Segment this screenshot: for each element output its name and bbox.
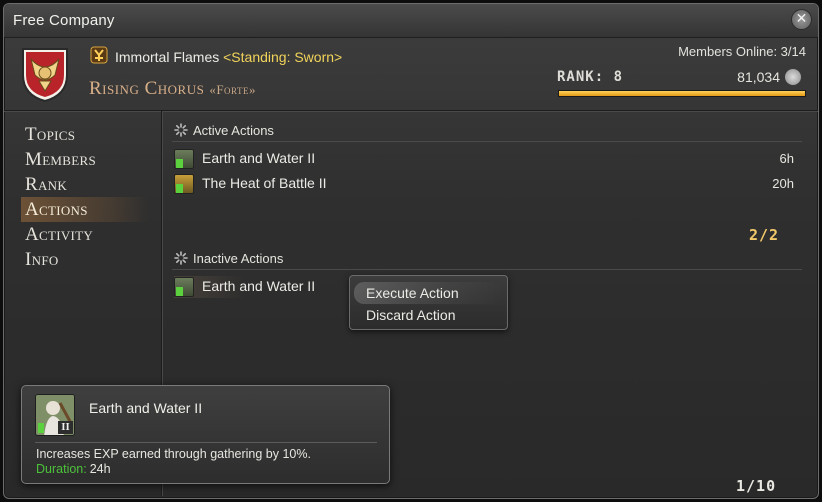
execute-action-menu-item[interactable]: Execute Action bbox=[354, 282, 503, 304]
duration-value: 24h bbox=[89, 462, 111, 476]
active-actions-heading-text: Active Actions bbox=[193, 123, 274, 138]
earth-and-water-icon bbox=[174, 149, 194, 169]
context-menu: Execute Action Discard Action bbox=[349, 275, 508, 330]
company-points: 81,034 bbox=[737, 69, 780, 85]
fc-emblem-icon bbox=[22, 48, 68, 103]
active-actions-count: 2/2 bbox=[749, 226, 780, 244]
grand-company-name: Immortal Flames bbox=[115, 49, 220, 65]
rank-progress-bar bbox=[558, 90, 806, 97]
grand-company-icon bbox=[90, 46, 108, 64]
company-credits-icon bbox=[784, 68, 802, 86]
tooltip-title: Earth and Water II bbox=[89, 400, 203, 416]
window-title: Free Company bbox=[13, 12, 115, 29]
nav-item-actions[interactable]: Actions bbox=[21, 197, 149, 222]
fc-tag: «Forte» bbox=[209, 82, 257, 97]
fc-name: Rising Chorus «Forte» bbox=[89, 78, 256, 100]
nav-item-rank[interactable]: Rank bbox=[21, 172, 149, 197]
action-time-remaining: 6h bbox=[779, 151, 794, 166]
action-time-remaining: 20h bbox=[772, 176, 794, 191]
duration-label: Duration: bbox=[36, 462, 87, 476]
close-icon[interactable]: ✕ bbox=[791, 9, 812, 30]
inactive-section-divider bbox=[172, 269, 802, 270]
tier-badge: II bbox=[58, 421, 73, 434]
inactive-actions-heading-text: Inactive Actions bbox=[193, 251, 284, 266]
inactive-actions-heading: Inactive Actions bbox=[174, 251, 283, 266]
tooltip-duration: Duration: 24h bbox=[36, 462, 111, 476]
members-online: Members Online: 3/14 bbox=[678, 44, 806, 59]
action-tooltip: II Earth and Water II Increases EXP earn… bbox=[21, 385, 390, 484]
discard-action-menu-item[interactable]: Discard Action bbox=[354, 304, 503, 326]
nav-item-activity[interactable]: Activity bbox=[21, 222, 149, 247]
standing-label: <Standing: Sworn> bbox=[223, 49, 343, 65]
active-actions-heading: Active Actions bbox=[174, 123, 274, 138]
inactive-actions-count: 1/10 bbox=[736, 477, 777, 495]
header-divider bbox=[4, 110, 818, 112]
action-name: The Heat of Battle II bbox=[202, 175, 327, 191]
action-name: Earth and Water II bbox=[202, 150, 316, 166]
action-name: Earth and Water II bbox=[202, 278, 316, 294]
active-action-row[interactable]: The Heat of Battle II 20h bbox=[174, 173, 794, 195]
tooltip-description: Increases EXP earned through gathering b… bbox=[36, 447, 311, 461]
nav-item-members[interactable]: Members bbox=[21, 147, 149, 172]
heat-of-battle-icon bbox=[174, 174, 194, 194]
grand-company-line: Immortal Flames <Standing: Sworn> bbox=[115, 49, 342, 65]
sidebar-nav: Topics Members Rank Actions Activity Inf… bbox=[21, 122, 149, 272]
earth-and-water-tooltip-icon: II bbox=[35, 394, 75, 436]
earth-and-water-icon bbox=[174, 277, 194, 297]
active-action-row[interactable]: Earth and Water II 6h bbox=[174, 148, 794, 170]
nav-item-info[interactable]: Info bbox=[21, 247, 149, 272]
loading-spinner-icon bbox=[174, 251, 188, 265]
inactive-action-row[interactable]: Earth and Water II bbox=[174, 276, 354, 298]
rank-label: RANK: 8 bbox=[557, 69, 624, 85]
active-section-divider bbox=[172, 141, 802, 142]
rank-progress-fill bbox=[559, 91, 805, 96]
tooltip-divider bbox=[35, 442, 377, 443]
title-bar[interactable]: Free Company ✕ bbox=[4, 4, 818, 38]
fc-name-text: Rising Chorus bbox=[89, 78, 205, 99]
loading-spinner-icon bbox=[174, 123, 188, 137]
nav-item-topics[interactable]: Topics bbox=[21, 122, 149, 147]
